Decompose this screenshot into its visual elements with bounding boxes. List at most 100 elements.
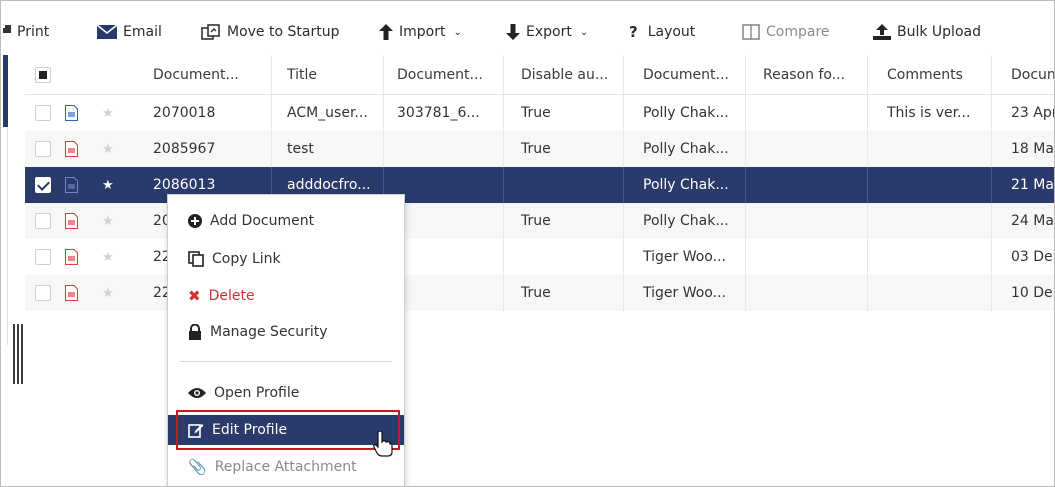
eye-icon <box>188 388 206 398</box>
row-checkbox[interactable] <box>35 131 51 167</box>
menu-label: Manage Security <box>210 324 328 340</box>
print-icon <box>3 25 11 33</box>
import-button[interactable]: Import ⌄ <box>379 22 462 42</box>
upload-icon <box>873 24 891 40</box>
menu-item-copy-link[interactable]: Copy Link <box>168 244 404 274</box>
email-label: Email <box>123 24 162 40</box>
bulk-upload-label: Bulk Upload <box>897 24 981 40</box>
table-cell: test <box>287 141 314 157</box>
pdf-file-icon <box>65 275 78 311</box>
splitter-handle[interactable] <box>13 324 23 384</box>
envelope-icon <box>97 25 117 39</box>
move-to-startup-label: Move to Startup <box>227 24 340 40</box>
menu-item-open-profile[interactable]: Open Profile <box>168 378 404 408</box>
layout-button[interactable]: ? Layout <box>629 22 695 42</box>
table-row[interactable]: ★ 2070018 ACM_user... 303781_6... True Polly … <box>25 95 1055 131</box>
arrow-down-icon <box>506 24 520 40</box>
pdf-file-icon <box>65 203 78 239</box>
move-to-startup-button[interactable]: Move to Startup <box>201 22 339 42</box>
menu-label: Copy Link <box>212 251 281 267</box>
menu-item-delete[interactable]: ✖ Delete <box>168 281 404 311</box>
table-cell: Polly Chak... <box>643 141 729 157</box>
row-checkbox[interactable] <box>35 239 51 275</box>
copy-startup-icon <box>201 24 220 40</box>
table-cell: 24 Ma <box>1011 213 1054 229</box>
app-frame: Print Email Move to Startup Import ⌄ Exp… <box>0 0 1055 487</box>
menu-item-manage-security[interactable]: Manage Security <box>168 317 404 347</box>
table-cell: Tiger Woo... <box>643 285 726 301</box>
table-cell: Polly Chak... <box>643 213 729 229</box>
table-cell: 03 Dei <box>1011 249 1055 265</box>
table-row[interactable]: ★ 2085967 test True Polly Chak... 18 Ma <box>25 131 1054 167</box>
pdf-file-icon <box>65 131 78 167</box>
row-checkbox[interactable] <box>35 95 51 131</box>
copy-icon <box>188 251 204 267</box>
column-header[interactable]: Document... <box>397 55 483 94</box>
column-header[interactable]: Disable au... <box>521 55 608 94</box>
table-cell: Polly Chak... <box>643 177 729 193</box>
print-label: Print <box>17 24 50 40</box>
star-icon[interactable]: ★ <box>102 275 114 311</box>
row-checkbox[interactable] <box>35 167 51 203</box>
star-icon[interactable]: ★ <box>102 203 114 239</box>
delete-x-icon: ✖ <box>188 287 201 305</box>
table-cell: True <box>521 213 551 229</box>
star-icon[interactable]: ★ <box>102 95 114 131</box>
paperclip-icon: 📎 <box>188 458 207 476</box>
import-label: Import <box>399 24 446 40</box>
menu-label: Open Profile <box>214 385 300 401</box>
column-header[interactable]: Comments <box>887 55 963 94</box>
table-cell: This is ver... <box>887 105 971 121</box>
email-button[interactable]: Email <box>97 22 162 42</box>
chevron-down-icon: ⌄ <box>579 26 589 38</box>
star-icon[interactable]: ★ <box>102 239 114 275</box>
hand-cursor-icon <box>373 431 393 457</box>
row-checkbox[interactable] <box>35 275 51 311</box>
table-cell: 2070018 <box>153 105 216 121</box>
word-file-icon <box>65 167 78 203</box>
menu-item-replace-attachment[interactable]: 📎 Replace Attachment <box>168 452 404 482</box>
grid-header-row: Document... Title Document... Disable au… <box>25 55 1054 95</box>
compare-label: Compare <box>766 24 830 40</box>
table-cell: Tiger Woo... <box>643 249 726 265</box>
context-menu: Add Document Copy Link ✖ Delete Manage S… <box>167 194 405 486</box>
table-cell: True <box>521 105 551 121</box>
grid-left-border <box>1 55 8 345</box>
row-checkbox[interactable] <box>35 203 51 239</box>
column-header[interactable]: Title <box>287 55 317 94</box>
table-cell: 21 Ma <box>1011 177 1054 193</box>
column-header[interactable]: Document... <box>643 55 729 94</box>
pdf-file-icon <box>65 239 78 275</box>
select-all-checkbox[interactable] <box>35 55 51 94</box>
export-label: Export <box>526 24 572 40</box>
export-button[interactable]: Export ⌄ <box>506 22 588 42</box>
table-cell: ACM_user... <box>287 105 368 121</box>
menu-label: Add Document <box>210 213 315 229</box>
bulk-upload-button[interactable]: Bulk Upload <box>873 22 981 42</box>
arrow-up-icon <box>379 24 393 40</box>
column-header[interactable]: Document... <box>153 55 239 94</box>
plus-circle-icon <box>188 214 202 228</box>
table-cell: 23 Apı <box>1011 105 1055 121</box>
chevron-down-icon: ⌄ <box>453 26 462 38</box>
column-header[interactable]: Docun <box>1011 55 1054 94</box>
compare-button[interactable]: Compare <box>742 22 830 42</box>
table-cell: 2085967 <box>153 141 216 157</box>
highlight-box <box>176 410 400 450</box>
lock-icon <box>189 324 201 340</box>
compare-icon <box>742 24 760 40</box>
grid-accent-bar <box>3 55 8 127</box>
table-cell: True <box>521 285 551 301</box>
menu-label: Delete <box>208 288 255 304</box>
table-cell: Polly Chak... <box>643 105 729 121</box>
table-cell: 10 Dei <box>1011 285 1055 301</box>
menu-item-add-document[interactable]: Add Document <box>168 206 404 236</box>
question-icon: ? <box>629 23 638 41</box>
star-icon[interactable]: ★ <box>102 131 114 167</box>
menu-label: Replace Attachment <box>214 459 357 475</box>
star-icon[interactable]: ★ <box>102 167 114 203</box>
table-cell: True <box>521 141 551 157</box>
print-button[interactable]: Print <box>3 22 49 42</box>
table-cell: 18 Ma <box>1011 141 1054 157</box>
column-header[interactable]: Reason fo... <box>763 55 845 94</box>
